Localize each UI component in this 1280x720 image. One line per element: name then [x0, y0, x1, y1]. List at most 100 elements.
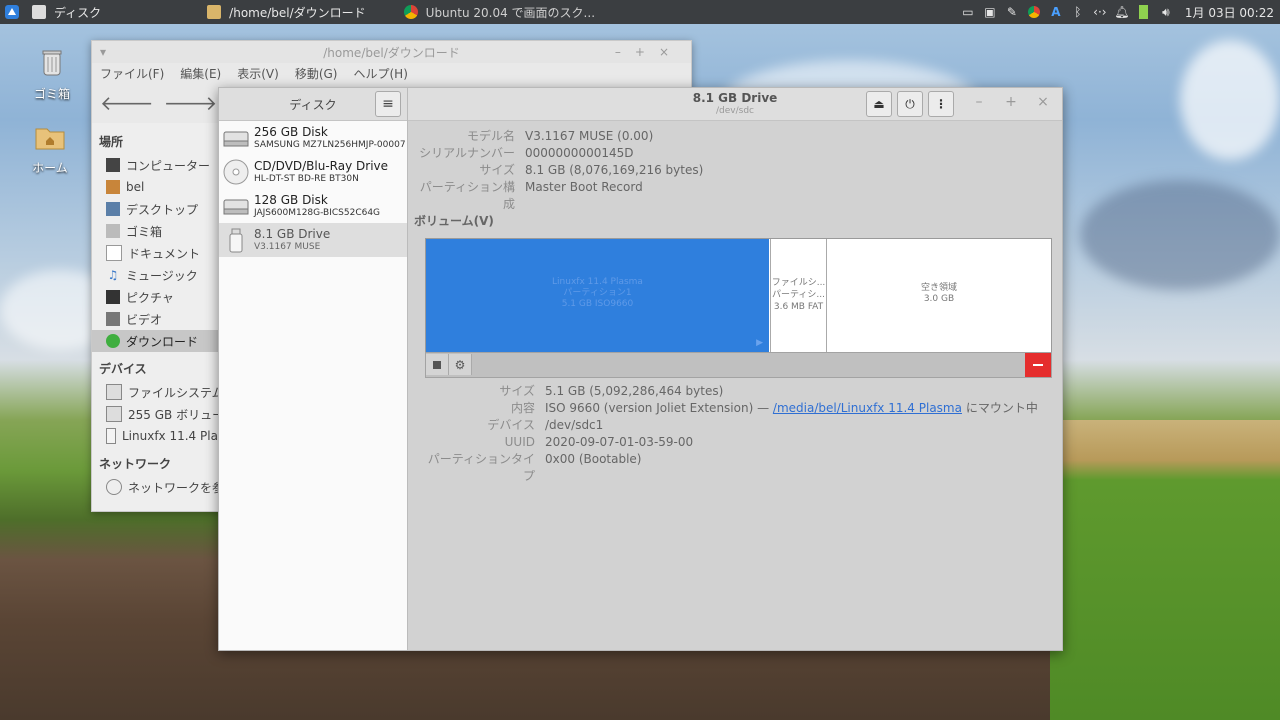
drive-icon: [106, 384, 122, 400]
computer-icon: [106, 158, 120, 172]
notes-icon[interactable]: ✎: [1005, 5, 1019, 19]
sidebar-item-videos[interactable]: ビデオ: [92, 308, 220, 330]
start-menu-button[interactable]: [0, 0, 24, 24]
drive-header-bar: 8.1 GB Drive /dev/sdc ⏏ ⏻ ⋮ – + ×: [408, 88, 1062, 121]
sidebar-item-downloads[interactable]: ダウンロード: [92, 330, 220, 352]
info-row: パーティション構成 Master Boot Record: [419, 180, 643, 211]
places-sidebar: 場所 コンピューター bel デスクトップ ゴミ箱 ドキュメント ♫ ミュージック…: [92, 125, 220, 511]
info-row: デバイス/dev/sdc1: [487, 418, 604, 432]
window-menu-icon[interactable]: ▾: [100, 45, 106, 59]
sidebar-item-pictures[interactable]: ピクチャ: [92, 286, 220, 308]
minimize-icon[interactable]: –: [971, 94, 987, 110]
drive-item[interactable]: CD/DVD/Blu-Ray Drive HL-DT-ST BD-RE BT30N: [219, 155, 407, 189]
drive-list-title: ディスク: [289, 97, 337, 112]
partition-segment-selected[interactable]: Linuxfx 11.4 Plasma パーティション1 5.1 GB ISO9…: [426, 239, 769, 352]
free-space-segment[interactable]: 空き領域 3.0 GB: [827, 239, 1051, 352]
title-bar: ▾ /home/bel/ダウンロード –+×: [92, 41, 691, 63]
sidebar-item-network[interactable]: ネットワークを参照: [92, 476, 220, 498]
home-icon: [106, 180, 120, 194]
gears-icon: ⚙: [454, 357, 466, 372]
hamburger-icon: ≡: [382, 96, 394, 112]
camera-icon[interactable]: ▣: [983, 5, 997, 19]
chrome-tray-icon[interactable]: [1027, 5, 1041, 19]
back-arrow-icon[interactable]: 🡐: [100, 91, 154, 115]
drive-options-button[interactable]: ⋮: [928, 91, 954, 117]
hard-disk-icon: [223, 131, 249, 147]
close-icon[interactable]: ×: [1035, 94, 1051, 110]
info-row: UUID 2020-09-07-01-03-59-00: [504, 435, 694, 449]
sidebar-item-home[interactable]: bel: [92, 176, 220, 198]
optical-disc-icon: [223, 159, 249, 185]
top-panel: ディスク /home/bel/ダウンロード Ubuntu 20.04 で画面のス…: [0, 0, 1280, 24]
more-vertical-icon: ⋮: [935, 97, 947, 111]
sidebar-item-documents[interactable]: ドキュメント: [92, 242, 220, 264]
power-icon: ⏻: [905, 96, 915, 111]
network-cloud-icon: [106, 479, 122, 495]
menu-bar: ファイル(F) 編集(E) 表示(V) 移動(G) ヘルプ(H): [92, 63, 691, 83]
info-row: サイズ 5.1 GB (5,092,286,464 bytes): [499, 384, 724, 398]
desktop-icon-label: ゴミ箱: [33, 87, 70, 101]
stop-icon: [433, 360, 441, 369]
input-method-icon[interactable]: A: [1049, 5, 1063, 19]
window-controls[interactable]: –+×: [615, 45, 683, 59]
maximize-icon[interactable]: +: [1003, 94, 1019, 110]
desktop-home[interactable]: ホーム: [15, 120, 85, 176]
desktop-trash[interactable]: ゴミ箱: [17, 46, 87, 102]
sidebar-item-music[interactable]: ♫ ミュージック: [92, 264, 220, 286]
trash-icon: [106, 224, 120, 238]
delete-partition-button[interactable]: [1025, 353, 1051, 377]
menu-go[interactable]: 移動(G): [295, 65, 338, 82]
drive-subtitle: /dev/sdc: [716, 106, 754, 116]
notification-bell-icon[interactable]: 🔔︎: [1114, 5, 1129, 19]
mount-point-link[interactable]: /media/bel/Linuxfx 11.4 Plasma: [773, 401, 962, 415]
hard-disk-icon: [223, 199, 249, 215]
drive-item[interactable]: 256 GB Disk SAMSUNG MZ7LN256HMJP-00007: [219, 121, 407, 155]
sidebar-item-usb[interactable]: Linuxfx 11.4 Plasma: [92, 425, 220, 447]
task-label: Ubuntu 20.04 で画面のスク...: [425, 5, 596, 20]
drive-item-selected[interactable]: 8.1 GB Drive V3.1167 MUSE: [219, 223, 407, 257]
info-row: シリアルナンバー 0000000000145D: [419, 146, 634, 160]
drive-info: モデル名 V3.1167 MUSE (0.00) シリアルナンバー 00000000…: [408, 128, 1062, 211]
desktop-icon: [106, 202, 120, 216]
clock[interactable]: 1月 03日 00:22: [1185, 4, 1274, 21]
info-row: 内容 ISO 9660 (version Joliet Extension) —…: [510, 401, 1038, 415]
usb-drive-icon: [106, 428, 116, 444]
desktop-icon-label: ホーム: [32, 161, 68, 175]
music-icon: ♫: [107, 268, 119, 282]
screen-icon[interactable]: ▭: [961, 5, 975, 19]
sidebar-item-trash[interactable]: ゴミ箱: [92, 220, 220, 242]
task-file-manager[interactable]: /home/bel/ダウンロード: [199, 0, 373, 24]
picture-icon: [106, 290, 120, 304]
network-icon[interactable]: ‹·›: [1093, 5, 1107, 19]
minus-icon: [1033, 364, 1043, 366]
power-off-button[interactable]: ⏻: [897, 91, 923, 117]
sidebar-item-volume[interactable]: 255 GB ボリューム: [92, 403, 220, 425]
forward-arrow-icon[interactable]: 🡒: [164, 91, 218, 115]
menu-edit[interactable]: 編集(E): [180, 65, 221, 82]
menu-help[interactable]: ヘルプ(H): [353, 65, 407, 82]
bluetooth-icon[interactable]: ᛒ: [1071, 5, 1085, 19]
partition-segment[interactable]: ファイルシ... パーティシ... 3.6 MB FAT: [770, 239, 827, 352]
drive-item[interactable]: 128 GB Disk JAJS600M128G-BICS52C64G: [219, 189, 407, 223]
sidebar-item-filesystem[interactable]: ファイルシステム: [92, 381, 220, 403]
sidebar-item-computer[interactable]: コンピューター: [92, 154, 220, 176]
task-disks[interactable]: ディスク: [24, 0, 109, 24]
volume-map: Linuxfx 11.4 Plasma パーティション1 5.1 GB ISO9…: [425, 238, 1052, 353]
disks-app-icon: [32, 5, 46, 19]
chrome-icon: [403, 5, 418, 19]
volume-icon[interactable]: 🔊︎: [1159, 5, 1173, 19]
menu-view[interactable]: 表示(V): [237, 65, 279, 82]
eject-button[interactable]: ⏏: [866, 91, 892, 117]
section-devices: デバイス: [99, 362, 147, 376]
sidebar-item-desktop[interactable]: デスクトップ: [92, 198, 220, 220]
window-title: /home/bel/ダウンロード: [323, 45, 460, 60]
partition-options-button[interactable]: ⚙: [449, 354, 472, 375]
battery-icon[interactable]: [1137, 5, 1151, 19]
task-browser[interactable]: Ubuntu 20.04 で画面のスク...: [396, 0, 603, 24]
volumes-label: ボリューム(V): [414, 214, 494, 228]
stop-button[interactable]: [426, 354, 449, 375]
app-menu-button[interactable]: ≡: [375, 91, 401, 117]
drive-icon: [106, 406, 122, 422]
menu-file[interactable]: ファイル(F): [100, 65, 164, 82]
volume-toolbar: ⚙: [425, 352, 1052, 378]
